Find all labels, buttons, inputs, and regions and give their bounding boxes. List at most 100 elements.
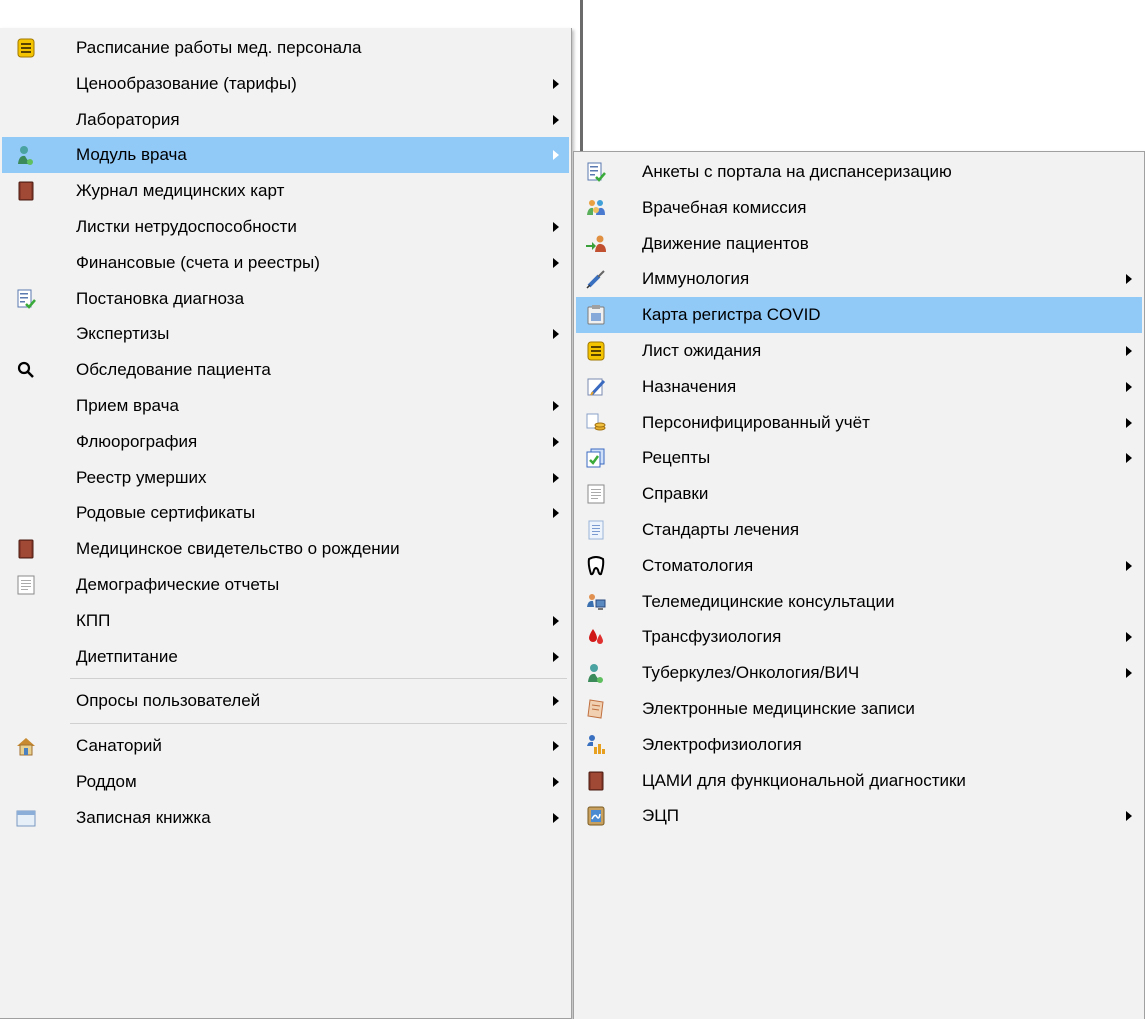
main-menu-item[interactable]: Расписание работы мед. персонала: [2, 30, 569, 66]
sub-menu-item[interactable]: Телемедицинские консультации: [576, 584, 1142, 620]
main-menu-item-label: Записная книжка: [76, 807, 211, 827]
submenu-arrow-icon: [553, 651, 559, 662]
sub-menu-item[interactable]: Трансфузиология: [576, 619, 1142, 655]
submenu-arrow-icon: [1126, 560, 1132, 571]
pen-icon: [584, 375, 608, 399]
submenu-arrow-icon: [553, 615, 559, 626]
submenu-arrow-icon: [1126, 632, 1132, 643]
main-menu-item[interactable]: Родовые сертификаты: [2, 495, 569, 531]
prescription-icon: [584, 446, 608, 470]
submenu-arrow-icon: [553, 401, 559, 411]
house-icon: [14, 734, 38, 758]
patient-move-icon: [584, 232, 608, 256]
book-icon: [14, 179, 38, 203]
main-menu: Расписание работы мед. персонала Ценообра…: [0, 28, 572, 1019]
sub-menu-item[interactable]: Стоматология: [576, 548, 1142, 584]
main-menu-item-label: Ценообразование (тарифы): [76, 73, 297, 93]
main-menu-item[interactable]: Лаборатория: [2, 102, 569, 138]
main-menu-item[interactable]: Прием врача: [2, 388, 569, 424]
main-menu-item[interactable]: Демографические отчеты: [2, 567, 569, 603]
main-menu-item[interactable]: Листки нетрудоспособности: [2, 209, 569, 245]
document-icon: [584, 482, 608, 506]
submenu-arrow-icon: [1126, 668, 1132, 679]
submenu-arrow-icon: [1126, 346, 1132, 356]
sub-menu-item-label: Рецепты: [642, 448, 711, 468]
main-menu-item[interactable]: Ценообразование (тарифы): [2, 66, 569, 102]
sub-menu-item-label: ЭЦП: [642, 806, 680, 826]
sub-menu-item-label: Электрофизиология: [642, 734, 802, 754]
main-menu-item-label: Обследование пациента: [76, 360, 271, 380]
main-menu-item[interactable]: Диетпитание: [2, 639, 569, 675]
submenu-arrow-icon: [553, 78, 559, 89]
search-icon: [14, 358, 38, 382]
coins-icon: [584, 411, 608, 435]
sub-menu-item-label: Стоматология: [642, 555, 754, 575]
main-menu-item[interactable]: Записная книжка: [2, 800, 569, 836]
blood-drop-icon: [584, 625, 608, 649]
sub-menu-item[interactable]: Электронные медицинские записи: [576, 691, 1142, 727]
tooth-icon: [584, 554, 608, 578]
sub-menu-item-label: Телемедицинские консультации: [642, 591, 895, 611]
main-menu-item-label: Реестр умерших: [76, 467, 207, 487]
sub-menu-item[interactable]: Карта регистра COVID: [576, 297, 1142, 334]
main-menu-item-label: Опросы пользователей: [76, 691, 261, 711]
sub-menu-item-label: Назначения: [642, 376, 737, 396]
sub-menu-item-label: Врачебная комиссия: [642, 197, 807, 217]
main-menu-item[interactable]: Обследование пациента: [2, 352, 569, 388]
menu-separator: [70, 723, 567, 725]
submenu-arrow-icon: [553, 329, 559, 340]
main-menu-item[interactable]: Модуль врача: [2, 137, 569, 174]
sub-menu-item[interactable]: Врачебная комиссия: [576, 190, 1142, 226]
sub-menu-item-label: Трансфузиология: [642, 627, 782, 647]
notepad-icon: [584, 697, 608, 721]
sub-menu-item-label: Электронные медицинские записи: [642, 699, 915, 718]
sub-menu-item[interactable]: ЭЦП: [576, 798, 1142, 834]
main-menu-item-label: Модуль врача: [76, 145, 187, 165]
sub-menu-item[interactable]: Электрофизиология: [576, 727, 1142, 763]
main-menu-item[interactable]: КПП: [2, 603, 569, 639]
main-menu-item[interactable]: Медицинское свидетельство о рождении: [2, 531, 569, 567]
sub-menu-item[interactable]: Назначения: [576, 369, 1142, 405]
sub-menu-item-label: Карта регистра COVID: [642, 305, 821, 325]
doctor-module-submenu: Анкеты с портала на диспансеризацию Враче…: [573, 151, 1145, 1019]
submenu-arrow-icon: [553, 150, 559, 161]
main-menu-item[interactable]: Опросы пользователей: [2, 683, 569, 719]
sub-menu-item[interactable]: Справки: [576, 476, 1142, 512]
sub-menu-item-label: Стандарты лечения: [642, 520, 800, 539]
main-menu-item[interactable]: Финансовые (счета и реестры): [2, 245, 569, 281]
doctor-icon: [14, 143, 38, 167]
submenu-arrow-icon: [553, 257, 559, 268]
sub-menu-item[interactable]: Персонифицированный учёт: [576, 405, 1142, 441]
main-menu-item[interactable]: Флюорография: [2, 424, 569, 460]
sub-menu-item[interactable]: Туберкулез/Онкология/ВИЧ: [576, 655, 1142, 691]
sub-menu-item[interactable]: Лист ожидания: [576, 333, 1142, 369]
sub-menu-item[interactable]: Рецепты: [576, 440, 1142, 476]
checklist-icon: [584, 160, 608, 184]
submenu-arrow-icon: [1126, 453, 1132, 464]
checklist-icon: [14, 287, 38, 311]
submenu-arrow-icon: [553, 472, 559, 483]
main-menu-item[interactable]: Роддом: [2, 764, 569, 800]
sub-menu-item-label: Туберкулез/Онкология/ВИЧ: [642, 663, 860, 683]
group-icon: [584, 196, 608, 220]
main-menu-item[interactable]: Санаторий: [2, 728, 569, 764]
main-menu-item-label: Финансовые (счета и реестры): [76, 252, 320, 272]
main-menu-item-label: Листки нетрудоспособности: [76, 217, 297, 236]
main-menu-item[interactable]: Постановка диагноза: [2, 281, 569, 317]
sub-menu-item[interactable]: Иммунология: [576, 261, 1142, 297]
sub-menu-item[interactable]: Стандарты лечения: [576, 512, 1142, 548]
main-menu-item-label: Диетпитание: [76, 646, 178, 666]
submenu-arrow-icon: [553, 777, 559, 787]
main-menu-item[interactable]: Реестр умерших: [2, 460, 569, 496]
main-menu-item[interactable]: Журнал медицинских карт: [2, 173, 569, 209]
submenu-arrow-icon: [1126, 417, 1132, 428]
main-menu-item-label: Санаторий: [76, 736, 162, 756]
main-menu-item[interactable]: Экспертизы: [2, 316, 569, 352]
sub-menu-item[interactable]: ЦАМИ для функциональной диагностики: [576, 763, 1142, 799]
submenu-arrow-icon: [1126, 811, 1132, 822]
signature-icon: [584, 804, 608, 828]
sub-menu-item[interactable]: Движение пациентов: [576, 226, 1142, 262]
doctor-icon: [584, 661, 608, 685]
submenu-arrow-icon: [553, 222, 559, 232]
sub-menu-item[interactable]: Анкеты с портала на диспансеризацию: [576, 154, 1142, 190]
